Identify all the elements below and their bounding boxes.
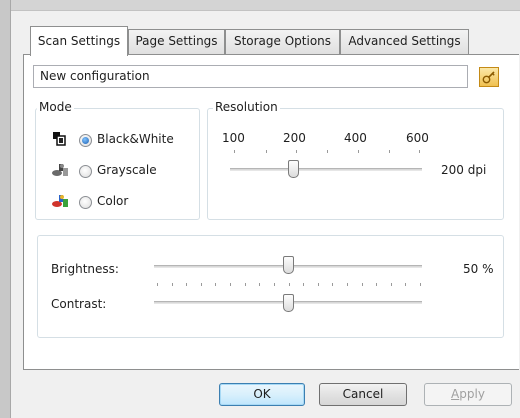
brightness-label: Brightness: (51, 262, 119, 276)
contrast-slider-thumb[interactable] (283, 294, 294, 312)
adjustment-slider-tick (157, 283, 158, 286)
brightness-value-label: 50 % (463, 262, 494, 276)
resolution-tick-label-100: 100 (222, 131, 245, 145)
resolution-slider-track[interactable] (230, 168, 422, 171)
resolution-tick (419, 150, 420, 153)
adjustment-slider-tick (215, 283, 216, 286)
edit-configuration-button[interactable] (479, 67, 499, 87)
window-frame-top (0, 0, 520, 11)
resolution-tick-label-600: 600 (406, 131, 429, 145)
adjustment-slider-tick (376, 283, 377, 286)
option-label-grayscale: Grayscale (97, 163, 157, 177)
option-label-color: Color (97, 194, 129, 208)
resolution-tick (389, 150, 390, 153)
adjustment-slider-tick (332, 283, 333, 286)
brightness-slider-thumb[interactable] (283, 256, 294, 274)
option-label-black-white: Black&White (97, 132, 174, 146)
ok-button[interactable]: OK (219, 383, 305, 406)
resolution-tick-label-400: 400 (344, 131, 367, 145)
adjustment-slider-tick (391, 283, 392, 286)
adjustment-slider-tick (405, 283, 406, 286)
resolution-tick (266, 150, 267, 153)
adjustment-slider-tick (289, 283, 290, 286)
adjustment-slider-tick (172, 283, 173, 286)
adjustment-slider-tick (318, 283, 319, 286)
adjustment-slider-tick (303, 283, 304, 286)
tab-advanced-settings[interactable]: Advanced Settings (340, 29, 469, 54)
adjustment-slider-tick (245, 283, 246, 286)
configuration-name-field[interactable]: New configuration (33, 65, 468, 88)
apply-button[interactable]: Apply (424, 383, 512, 406)
resolution-tick-label-200: 200 (283, 131, 306, 145)
black-white-mode-icon (53, 132, 66, 146)
image-adjustment-group (37, 235, 504, 338)
edit-icon (482, 71, 495, 84)
adjustment-slider-tick (201, 283, 202, 286)
color-mode-icon (52, 195, 68, 207)
adjustment-slider-tick (362, 283, 363, 286)
adjustment-slider-tick (186, 283, 187, 286)
radio-black-white[interactable] (79, 134, 92, 147)
adjustment-slider-tick (420, 283, 421, 286)
resolution-tick (234, 150, 235, 153)
mode-group-title: Mode (37, 100, 74, 114)
resolution-tick (358, 150, 359, 153)
adjustment-slider-tick (347, 283, 348, 286)
resolution-value-label: 200 dpi (441, 163, 487, 177)
tab-storage-options[interactable]: Storage Options (225, 29, 340, 54)
resolution-slider-thumb[interactable] (288, 160, 299, 178)
grayscale-mode-icon (52, 164, 68, 176)
radio-color[interactable] (79, 196, 92, 209)
adjustment-slider-tick (230, 283, 231, 286)
adjustment-slider-tick (259, 283, 260, 286)
tab-page-settings[interactable]: Page Settings (128, 29, 225, 54)
resolution-tick (296, 150, 297, 153)
tab-scan-settings[interactable]: Scan Settings (30, 26, 128, 56)
adjustment-slider-tick (274, 283, 275, 286)
cancel-button[interactable]: Cancel (319, 383, 407, 406)
apply-label-rest: pply (459, 387, 485, 401)
resolution-group-title: Resolution (213, 100, 280, 114)
contrast-label: Contrast: (51, 297, 107, 311)
radio-grayscale[interactable] (79, 165, 92, 178)
resolution-tick (327, 150, 328, 153)
window-frame-left (0, 0, 11, 418)
